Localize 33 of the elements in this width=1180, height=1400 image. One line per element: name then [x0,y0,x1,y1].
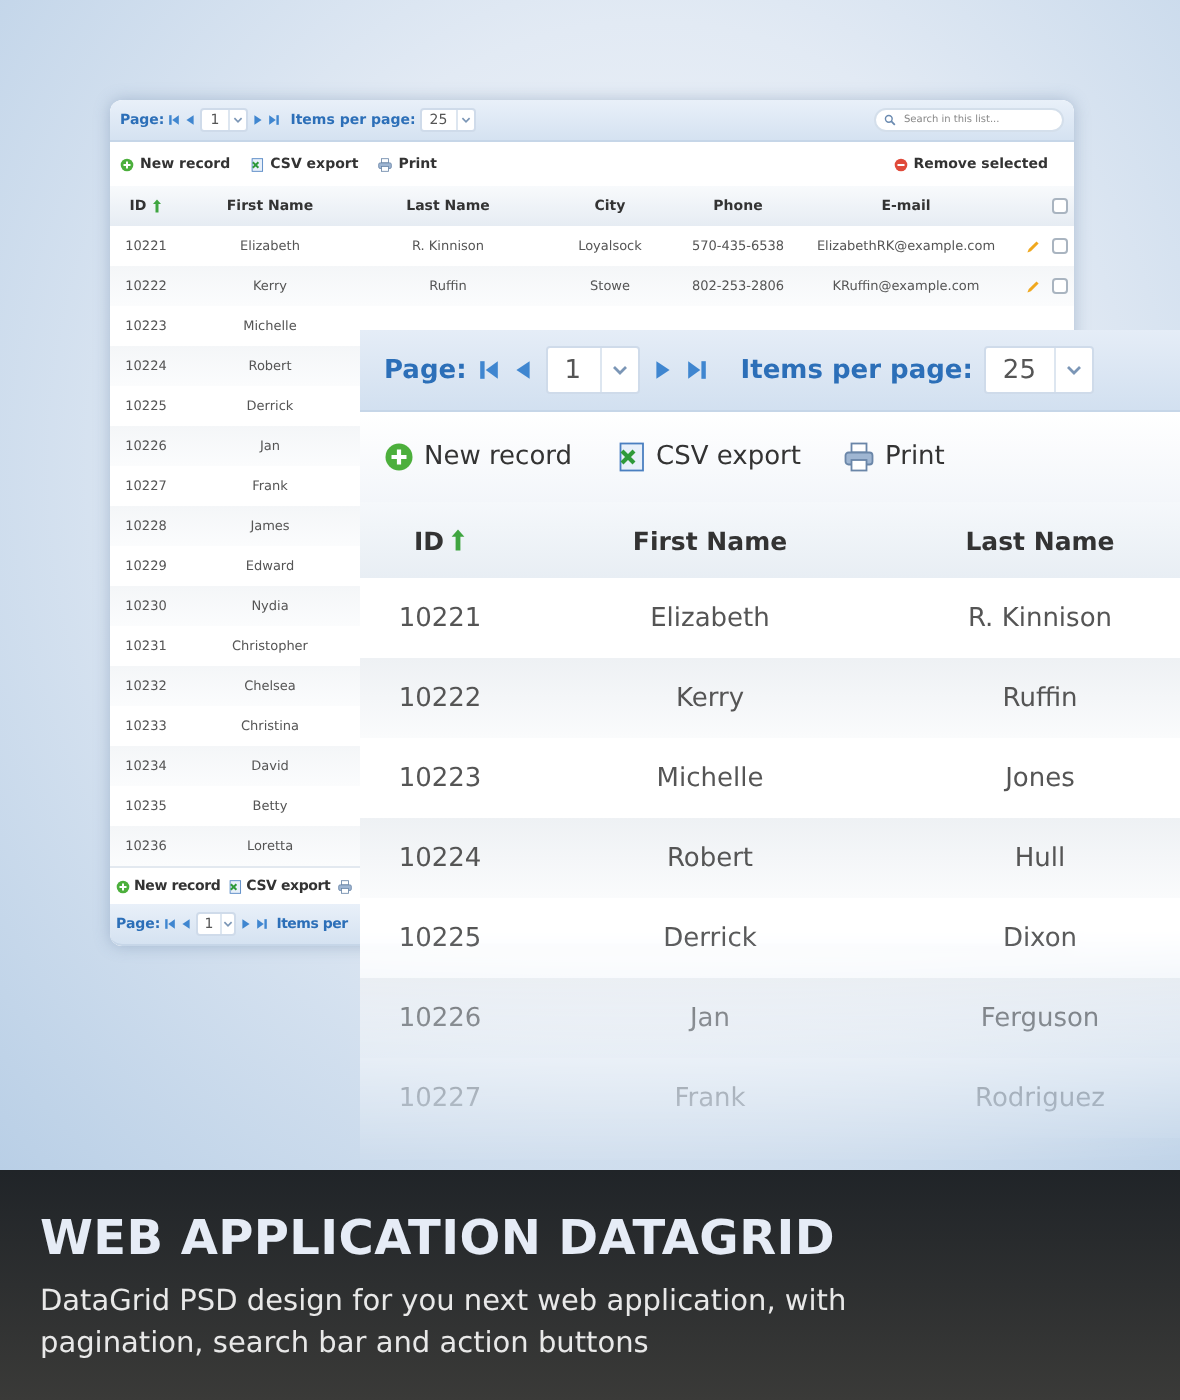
column-header[interactable]: Last Name [965,525,1115,555]
table-cell-text: 10227 [396,1083,484,1113]
table-cell-text: 10226 [396,1003,484,1033]
table-cell-text: Elizabeth [648,603,772,633]
csv-export-button[interactable]: CSV export [616,442,801,472]
items-per-page-label: Items per page: [740,355,973,385]
table-cell-text: Jones [1002,763,1077,793]
table-cell-text: Kerry [673,683,747,713]
column-header[interactable]: First Name [632,525,788,555]
print-button[interactable]: Print [844,442,945,472]
page-label: Page: [384,355,467,385]
items-per-page-select[interactable]: 25 [984,346,1095,394]
table-cell-text: Dixon [1000,923,1080,953]
banner-title: WEB APPLICATION DATAGRID [40,1210,838,1266]
table-cell-text: Ferguson [978,1003,1102,1033]
table-cell-text: R. Kinnison [965,603,1115,633]
banner-text: DataGrid PSD design for you next web application, with pagination, search bar and action buttons [40,1284,849,1365]
table-cell-text: 10223 [396,763,484,793]
table-cell-text: 10222 [396,683,484,713]
table-cell-text: Hull [1012,843,1068,873]
table-cell-text: Robert [664,843,756,873]
table-cell-text: 10225 [396,923,484,953]
table-cell-text: 10224 [396,843,484,873]
table-cell-text: Derrick [661,923,759,953]
table-cell-text: Jan [686,1003,733,1033]
column-header[interactable]: ID [413,525,445,555]
table-cell-text: Michelle [654,763,766,793]
table-cell-text: 10221 [396,603,484,633]
page-select[interactable]: 1 [546,346,641,394]
table-cell-text: Rodriguez [973,1083,1107,1113]
table-cell-text: Ruffin [1000,683,1080,713]
new-record-button[interactable]: New record [384,442,573,472]
table-cell-text: Frank [672,1083,748,1113]
